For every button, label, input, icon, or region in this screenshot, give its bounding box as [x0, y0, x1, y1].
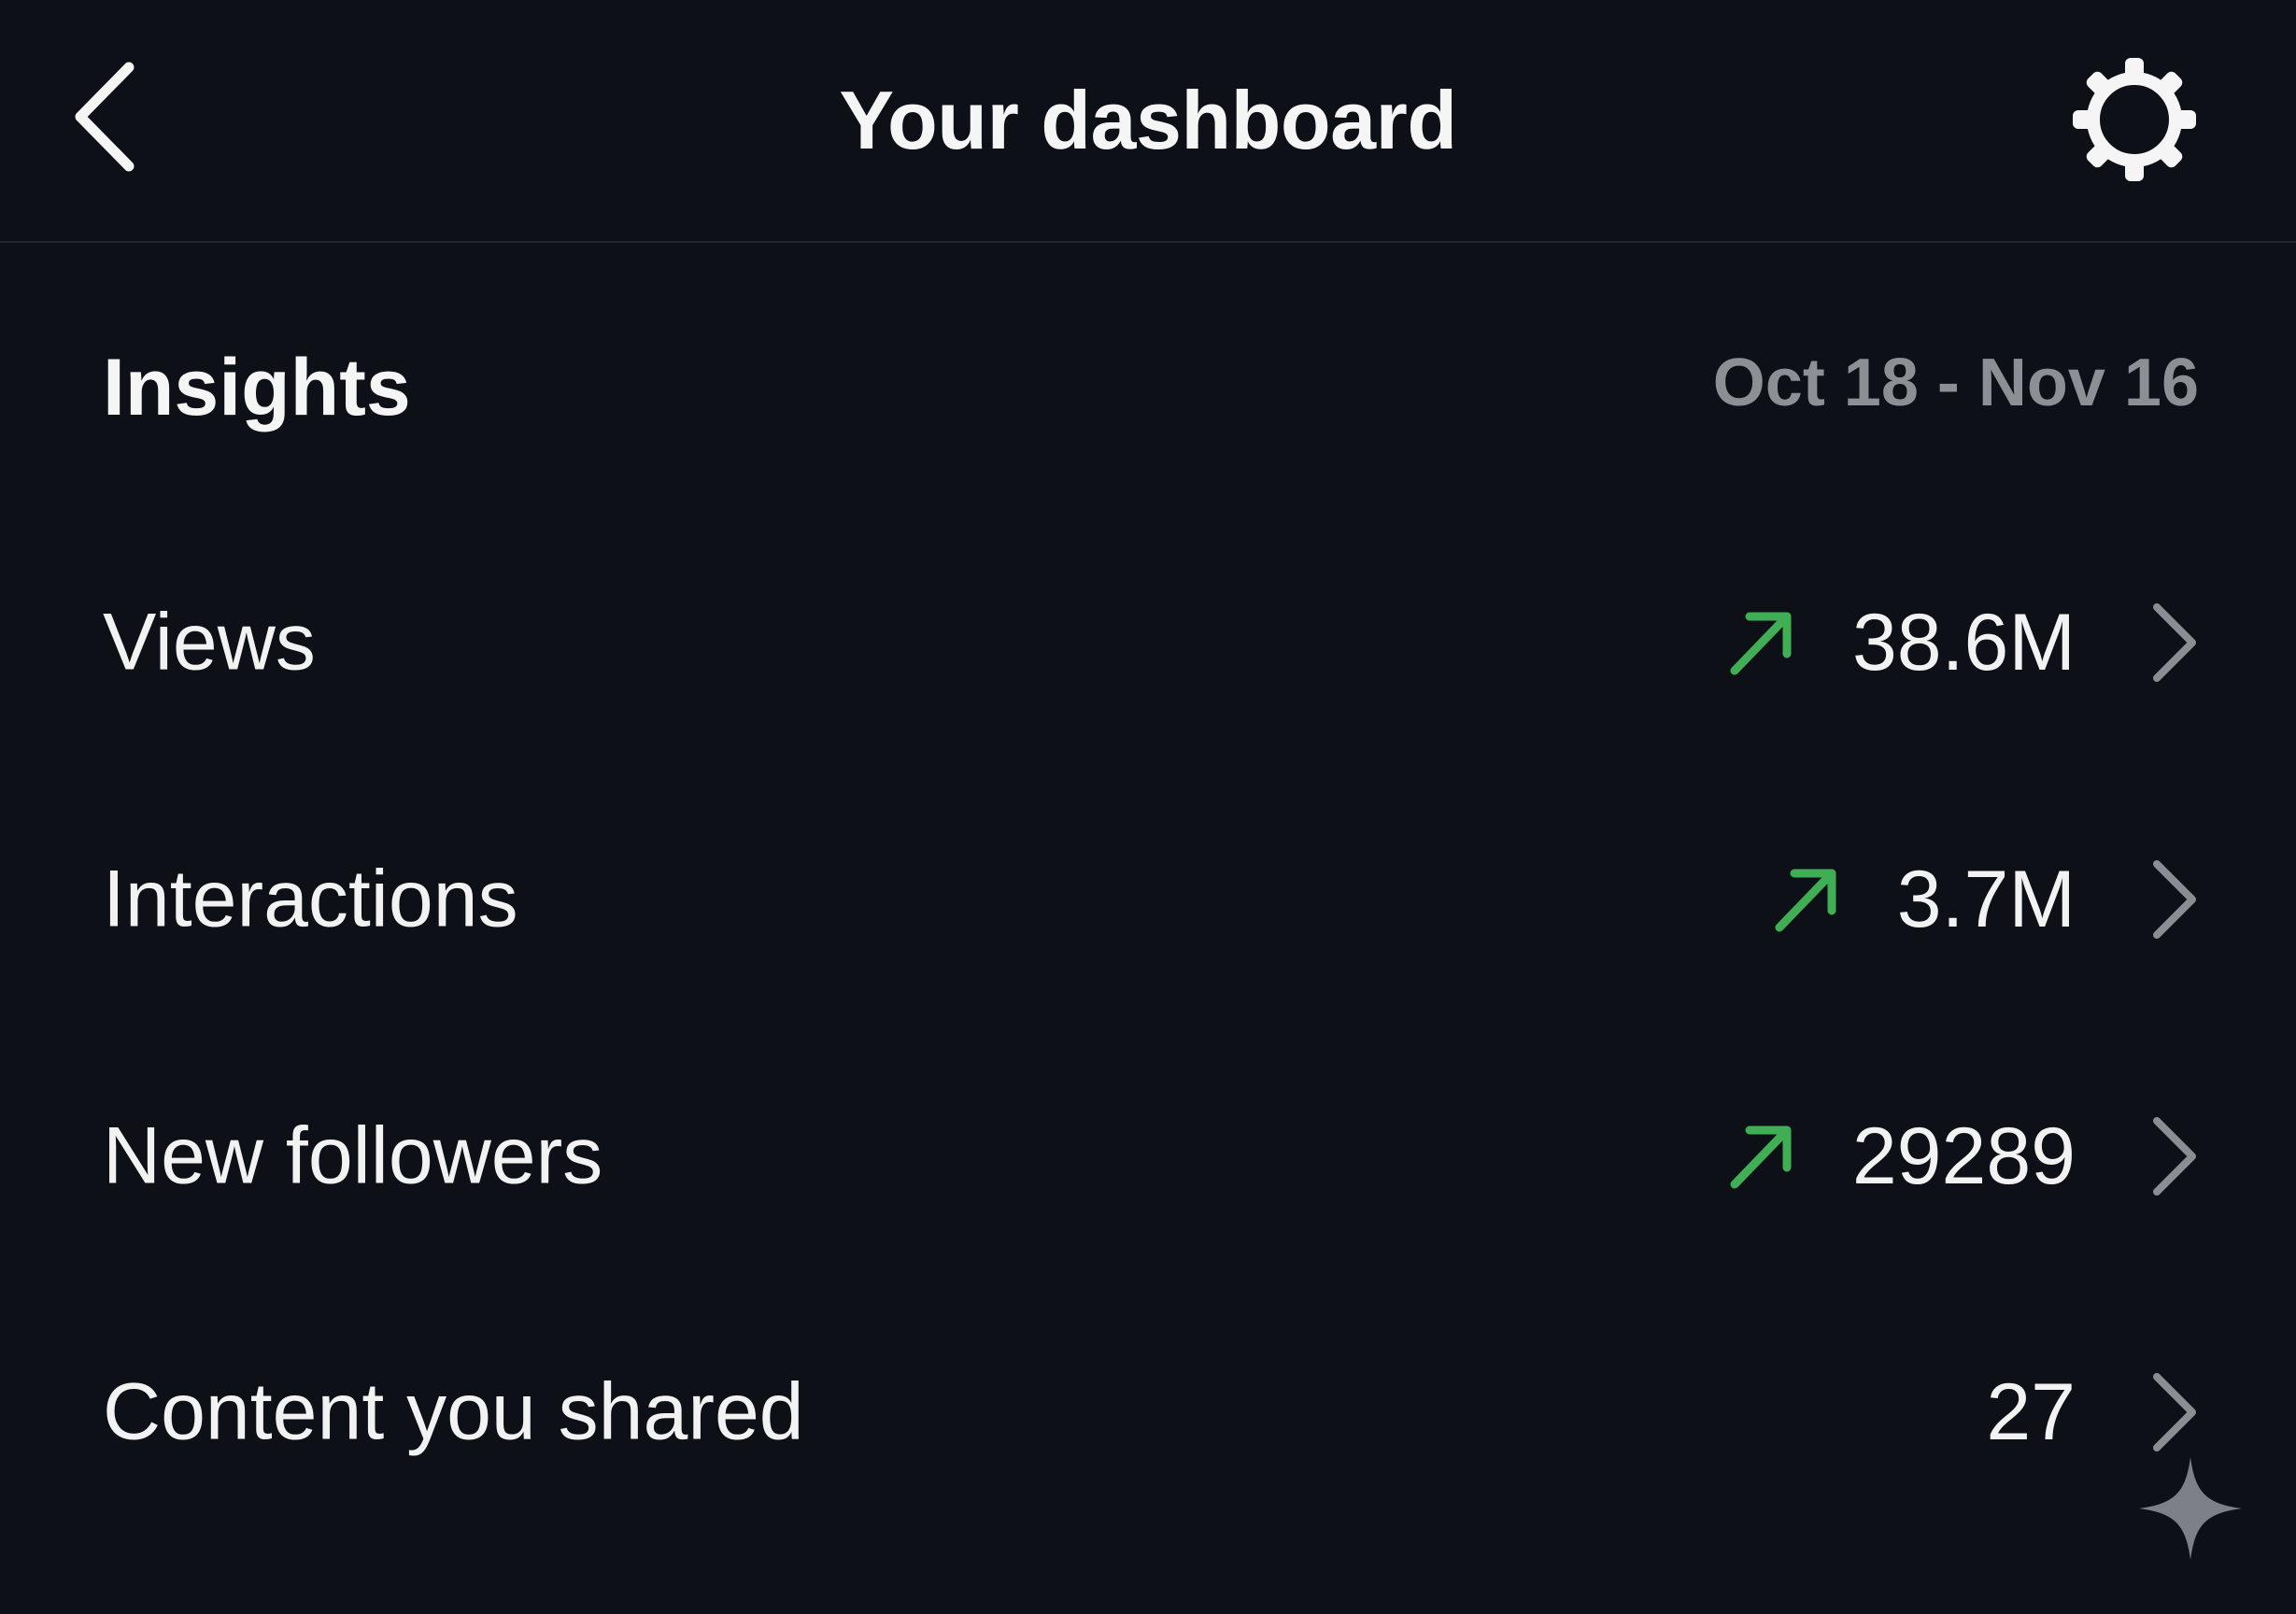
- date-range-selector[interactable]: Oct 18 - Nov 16: [1713, 336, 2199, 430]
- metric-label: Content you shared: [103, 1366, 804, 1457]
- chevron-right-icon: [2141, 1110, 2206, 1203]
- metric-value: 3.7M: [1896, 854, 2076, 944]
- chevron-right-icon: [2141, 1366, 2206, 1459]
- metric-row-content-shared[interactable]: Content you shared 27: [0, 1319, 2296, 1506]
- section-title: Insights: [103, 343, 411, 432]
- metric-label: New followers: [103, 1111, 603, 1201]
- metric-row-new-followers[interactable]: New followers 29289: [0, 1063, 2296, 1250]
- page-title: Your dashboard: [839, 74, 1457, 166]
- trend-up-icon: [1723, 605, 1798, 680]
- insights-header: Insights Oct 18 - Nov 16: [0, 336, 2296, 439]
- trend-up-icon: [1723, 1119, 1798, 1194]
- metric-label: Interactions: [103, 854, 518, 944]
- top-bar: Your dashboard: [0, 0, 2296, 243]
- chevron-right-icon: [2141, 596, 2206, 689]
- metric-label: Views: [103, 597, 316, 687]
- metric-row-views[interactable]: Views 38.6M: [0, 549, 2296, 736]
- sparkle-icon: [2139, 1457, 2242, 1560]
- metric-value: 27: [1986, 1366, 2076, 1457]
- trend-up-icon: [1768, 862, 1843, 937]
- metric-value: 29289: [1851, 1111, 2076, 1201]
- chevron-right-icon: [2141, 853, 2206, 946]
- settings-button[interactable]: [2060, 45, 2209, 194]
- metric-value: 38.6M: [1851, 597, 2076, 687]
- gear-icon: [2073, 58, 2196, 181]
- metric-row-interactions[interactable]: Interactions 3.7M: [0, 806, 2296, 993]
